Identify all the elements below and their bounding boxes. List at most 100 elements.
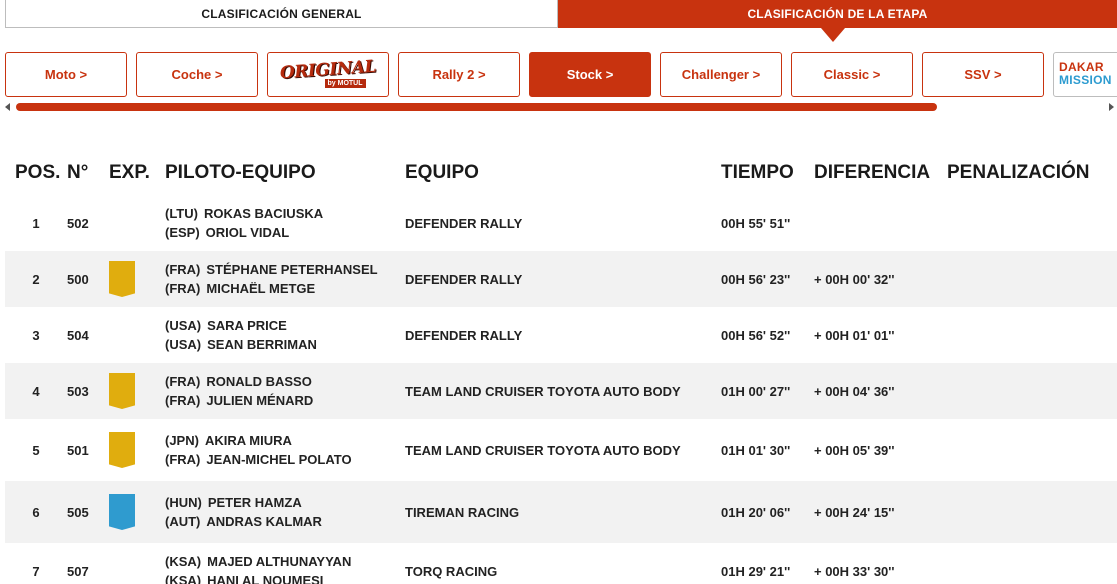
pilot-line: (JPN) AKIRA MIURA <box>165 431 405 450</box>
cell-num: 507 <box>67 563 89 579</box>
header-pos: POS. <box>15 161 61 183</box>
cell-num: 505 <box>67 504 89 520</box>
table-header-row: POS. N° EXP. PILOTO-EQUIPO EQUIPO TIEMPO… <box>5 150 1117 195</box>
category-scrollbar[interactable] <box>5 100 1117 114</box>
cell-num: 501 <box>67 442 89 458</box>
pilot-nationality: (JPN) <box>165 433 199 448</box>
experience-badge-icon <box>109 373 135 409</box>
category-moto-button[interactable]: Moto > <box>5 52 127 97</box>
category-classic-button[interactable]: Classic > <box>791 52 913 97</box>
table-row[interactable]: 4 503 (FRA) RONALD BASSO (FRA) JULIEN MÉNARD T… <box>5 363 1117 419</box>
cell-time: 00H 56' 23'' <box>721 271 791 287</box>
tab-stage-label: CLASIFICACIÓN DE LA ETAPA <box>747 7 928 21</box>
pilot-name: RONALD BASSO <box>206 374 312 389</box>
pilot-nationality: (FRA) <box>165 374 201 389</box>
copilot-name: JEAN-MICHEL POLATO <box>206 452 352 467</box>
table-row[interactable]: 5 501 (JPN) AKIRA MIURA (FRA) JEAN-MICHEL POL… <box>5 419 1117 481</box>
cell-exp <box>109 543 165 584</box>
cell-num: 503 <box>67 383 89 399</box>
tab-general-classification[interactable]: CLASIFICACIÓN GENERAL <box>5 0 558 28</box>
pilot-nationality: (FRA) <box>165 262 201 277</box>
pilot-nationality: (HUN) <box>165 495 202 510</box>
cell-team: TORQ RACING <box>405 563 498 579</box>
pilot-nationality: (LTU) <box>165 206 198 221</box>
cell-penalty <box>947 251 1117 307</box>
cell-penalty <box>947 195 1117 251</box>
scrollbar-thumb[interactable] <box>16 103 937 111</box>
table-row[interactable]: 7 507 (KSA) MAJED ALTHUNAYYAN (KSA) HANI AL N… <box>5 543 1117 584</box>
cell-team: DEFENDER RALLY <box>405 215 523 231</box>
cell-penalty <box>947 481 1117 543</box>
pilot-line: (FRA) RONALD BASSO <box>165 372 405 391</box>
original-by-motul-logo: ORIGINAL by MOTUL <box>279 56 377 88</box>
cell-diff: + 00H 33' 30'' <box>814 563 895 579</box>
category-selector: Moto > Coche > ORIGINAL by MOTUL Rally 2… <box>5 52 1117 98</box>
cell-pos: 2 <box>32 271 40 287</box>
copilot-nationality: (USA) <box>165 337 202 352</box>
copilot-name: ORIOL VIDAL <box>205 225 290 240</box>
cell-diff <box>814 195 947 251</box>
header-diff: DIFERENCIA <box>814 161 931 183</box>
cell-pilots: (FRA) RONALD BASSO (FRA) JULIEN MÉNARD <box>165 363 405 419</box>
cell-num: 504 <box>67 327 89 343</box>
cell-penalty <box>947 543 1117 584</box>
header-exp: EXP. <box>109 161 150 183</box>
active-tab-pointer-icon <box>821 28 845 42</box>
classification-tabs: CLASIFICACIÓN GENERAL CLASIFICACIÓN DE L… <box>5 0 1117 42</box>
scroll-right-icon[interactable] <box>1109 103 1114 111</box>
pilot-line: (FRA) STÉPHANE PETERHANSEL <box>165 260 405 279</box>
cell-num: 500 <box>67 271 89 287</box>
copilot-nationality: (KSA) <box>165 573 202 584</box>
mission-logo-text: MISSION <box>1059 73 1112 87</box>
cell-penalty <box>947 419 1117 481</box>
cell-pilots: (LTU) ROKAS BACIUSKA (ESP) ORIOL VIDAL <box>165 195 405 251</box>
pilot-line: (KSA) MAJED ALTHUNAYYAN <box>165 552 405 571</box>
copilot-nationality: (ESP) <box>165 225 200 240</box>
table-row[interactable]: 2 500 (FRA) STÉPHANE PETERHANSEL (FRA) MICHAË… <box>5 251 1117 307</box>
category-rally2-button[interactable]: Rally 2 > <box>398 52 520 97</box>
experience-badge-icon <box>109 261 135 297</box>
cell-team: DEFENDER RALLY <box>405 327 523 343</box>
table-row[interactable]: 1 502 (LTU) ROKAS BACIUSKA (ESP) ORIOL VIDAL D… <box>5 195 1117 251</box>
pilot-nationality: (KSA) <box>165 554 202 569</box>
table-row[interactable]: 6 505 (HUN) PETER HAMZA (AUT) ANDRAS KALMAR TI… <box>5 481 1117 543</box>
cell-diff: + 00H 24' 15'' <box>814 504 895 520</box>
header-num: N° <box>67 161 89 183</box>
cell-diff: + 00H 00' 32'' <box>814 271 895 287</box>
category-coche-button[interactable]: Coche > <box>136 52 258 97</box>
cell-time: 01H 29' 21'' <box>721 563 791 579</box>
category-ssv-button[interactable]: SSV > <box>922 52 1044 97</box>
experience-badge-icon <box>109 432 135 468</box>
cell-time: 01H 20' 06'' <box>721 504 791 520</box>
copilot-name: MICHAËL METGE <box>206 281 316 296</box>
copilot-nationality: (FRA) <box>165 452 201 467</box>
category-original-by-motul-button[interactable]: ORIGINAL by MOTUL <box>267 52 389 97</box>
scroll-left-icon[interactable] <box>5 103 10 111</box>
pilot-nationality: (USA) <box>165 318 202 333</box>
pilot-name: AKIRA MIURA <box>204 433 292 448</box>
cell-penalty <box>947 307 1117 363</box>
cell-pos: 6 <box>32 504 40 520</box>
header-time: TIEMPO <box>721 161 794 183</box>
cell-team: TEAM LAND CRUISER TOYOTA AUTO BODY <box>405 383 681 399</box>
cell-pilots: (USA) SARA PRICE (USA) SEAN BERRIMAN <box>165 307 405 363</box>
category-dakar-mission-button[interactable]: DAKAR MISSION <box>1053 52 1117 97</box>
pilot-name: MAJED ALTHUNAYYAN <box>207 554 352 569</box>
category-stock-button[interactable]: Stock > <box>529 52 651 97</box>
pilot-name: ROKAS BACIUSKA <box>203 206 324 221</box>
cell-pos: 1 <box>32 215 40 231</box>
cell-exp <box>109 307 165 363</box>
cell-time: 00H 55' 51'' <box>721 215 791 231</box>
copilot-name: JULIEN MÉNARD <box>206 393 314 408</box>
table-row[interactable]: 3 504 (USA) SARA PRICE (USA) SEAN BERRIMAN DEF… <box>5 307 1117 363</box>
cell-exp <box>109 251 165 307</box>
copilot-line: (FRA) MICHAËL METGE <box>165 279 405 298</box>
pilot-line: (USA) SARA PRICE <box>165 316 405 335</box>
copilot-nationality: (FRA) <box>165 281 201 296</box>
cell-time: 00H 56' 52'' <box>721 327 791 343</box>
copilot-line: (AUT) ANDRAS KALMAR <box>165 512 405 531</box>
category-challenger-button[interactable]: Challenger > <box>660 52 782 97</box>
cell-pos: 3 <box>32 327 40 343</box>
tab-stage-classification[interactable]: CLASIFICACIÓN DE LA ETAPA <box>558 0 1117 42</box>
pilot-line: (LTU) ROKAS BACIUSKA <box>165 204 405 223</box>
